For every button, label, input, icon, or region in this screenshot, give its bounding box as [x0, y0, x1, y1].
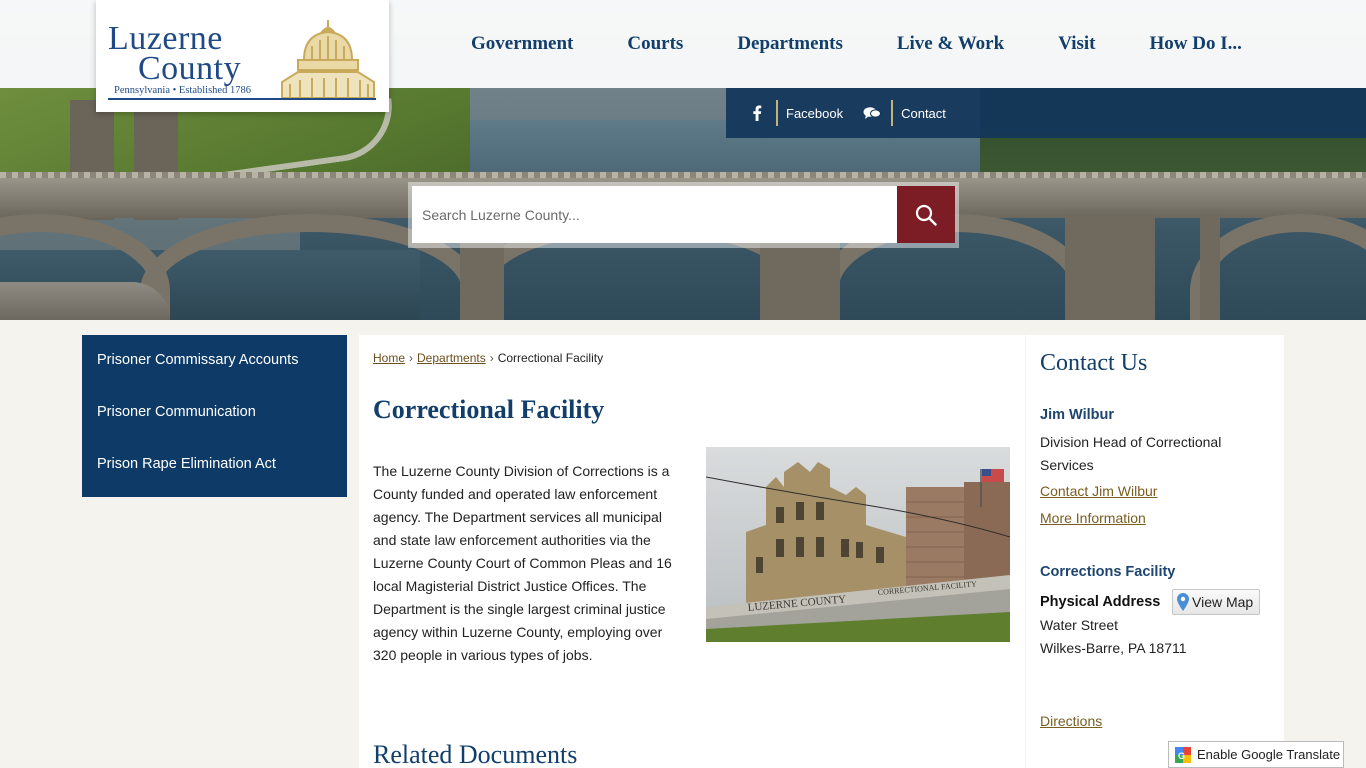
address-city: Wilkes-Barre, PA 18711 — [1040, 640, 1187, 656]
chat-bubbles-icon — [861, 106, 883, 120]
shore-rocks — [0, 282, 170, 320]
google-translate-button[interactable]: G Enable Google Translate — [1168, 741, 1344, 768]
contact-sidebar: Contact Us Jim Wilbur Division Head of C… — [1026, 335, 1284, 768]
search-button[interactable] — [897, 186, 955, 243]
nav-live-work[interactable]: Live & Work — [897, 33, 1004, 55]
svg-text:G: G — [1178, 751, 1185, 761]
facility-name: Corrections Facility — [1040, 564, 1176, 580]
bridge-pier — [1065, 214, 1155, 320]
nav-how-do-i[interactable]: How Do I... — [1149, 33, 1241, 55]
breadcrumb-home[interactable]: Home — [373, 351, 405, 365]
facebook-icon — [746, 105, 768, 121]
contact-name: Jim Wilbur — [1040, 407, 1114, 423]
nav-departments[interactable]: Departments — [737, 33, 843, 55]
view-map-label: View Map — [1192, 594, 1254, 610]
contact-label: Contact — [901, 105, 946, 121]
related-documents-heading: Related Documents — [373, 740, 578, 768]
logo-tagline: Pennsylvania • Established 1786 — [114, 85, 251, 96]
main-navigation: Government Courts Departments Live & Wor… — [444, 0, 1269, 88]
contact-heading: Contact Us — [1040, 350, 1148, 376]
facility-photo: LUZERNE COUNTY CORRECTIONAL FACILITY — [706, 447, 1010, 642]
nav-government[interactable]: Government — [471, 33, 573, 55]
contact-person-link[interactable]: Contact Jim Wilbur — [1040, 483, 1157, 499]
courthouse-dome-icon — [281, 20, 375, 99]
separator — [891, 100, 894, 126]
bridge-pier — [1200, 214, 1220, 320]
nav-courts[interactable]: Courts — [627, 33, 683, 55]
main-content: Home › Departments › Correctional Facility C… — [359, 335, 1025, 768]
address-street: Water Street — [1040, 617, 1119, 633]
contact-role: Division Head of Correctional Services — [1040, 434, 1222, 473]
county-logo[interactable]: Luzerne County Pennsylvania • Establishe… — [96, 0, 389, 112]
sidebar-item-commissary[interactable]: Prisoner Commissary Accounts — [82, 335, 347, 387]
breadcrumb-separator: › — [489, 351, 494, 365]
logo-underline — [108, 98, 376, 100]
social-links-bar: Facebook Contact — [726, 88, 1366, 138]
directions-link[interactable]: Directions — [1040, 713, 1102, 729]
nav-visit[interactable]: Visit — [1058, 33, 1095, 55]
translate-label: Enable Google Translate — [1197, 747, 1341, 762]
google-translate-icon: G — [1175, 746, 1191, 763]
section-navigation: Prisoner Commissary Accounts Prisoner Co… — [82, 335, 347, 497]
site-search — [408, 182, 959, 248]
logo-word-2: County — [138, 50, 242, 87]
contact-link[interactable]: Contact — [861, 100, 946, 126]
sidebar-item-communication[interactable]: Prisoner Communication — [82, 387, 347, 439]
breadcrumb-departments[interactable]: Departments — [417, 351, 486, 365]
breadcrumb-current: Correctional Facility — [497, 351, 604, 365]
facebook-label: Facebook — [786, 105, 844, 121]
more-information-link[interactable]: More Information — [1040, 510, 1146, 526]
physical-address-label: Physical Address — [1040, 594, 1161, 610]
search-input[interactable] — [412, 186, 900, 243]
facebook-link[interactable]: Facebook — [746, 100, 843, 126]
facility-photo-illustration: LUZERNE COUNTY CORRECTIONAL FACILITY — [706, 447, 1010, 642]
intro-paragraph: The Luzerne County Division of Correctio… — [373, 463, 672, 663]
separator — [776, 100, 778, 126]
breadcrumb: Home › Departments › Correctional Facility — [373, 351, 603, 365]
view-map-button[interactable]: View Map — [1172, 589, 1261, 615]
search-icon — [915, 204, 937, 226]
map-pin-icon — [1177, 593, 1189, 611]
breadcrumb-separator: › — [409, 351, 414, 365]
sidebar-item-prea[interactable]: Prison Rape Elimination Act — [82, 439, 347, 491]
page-title: Correctional Facility — [373, 395, 605, 424]
